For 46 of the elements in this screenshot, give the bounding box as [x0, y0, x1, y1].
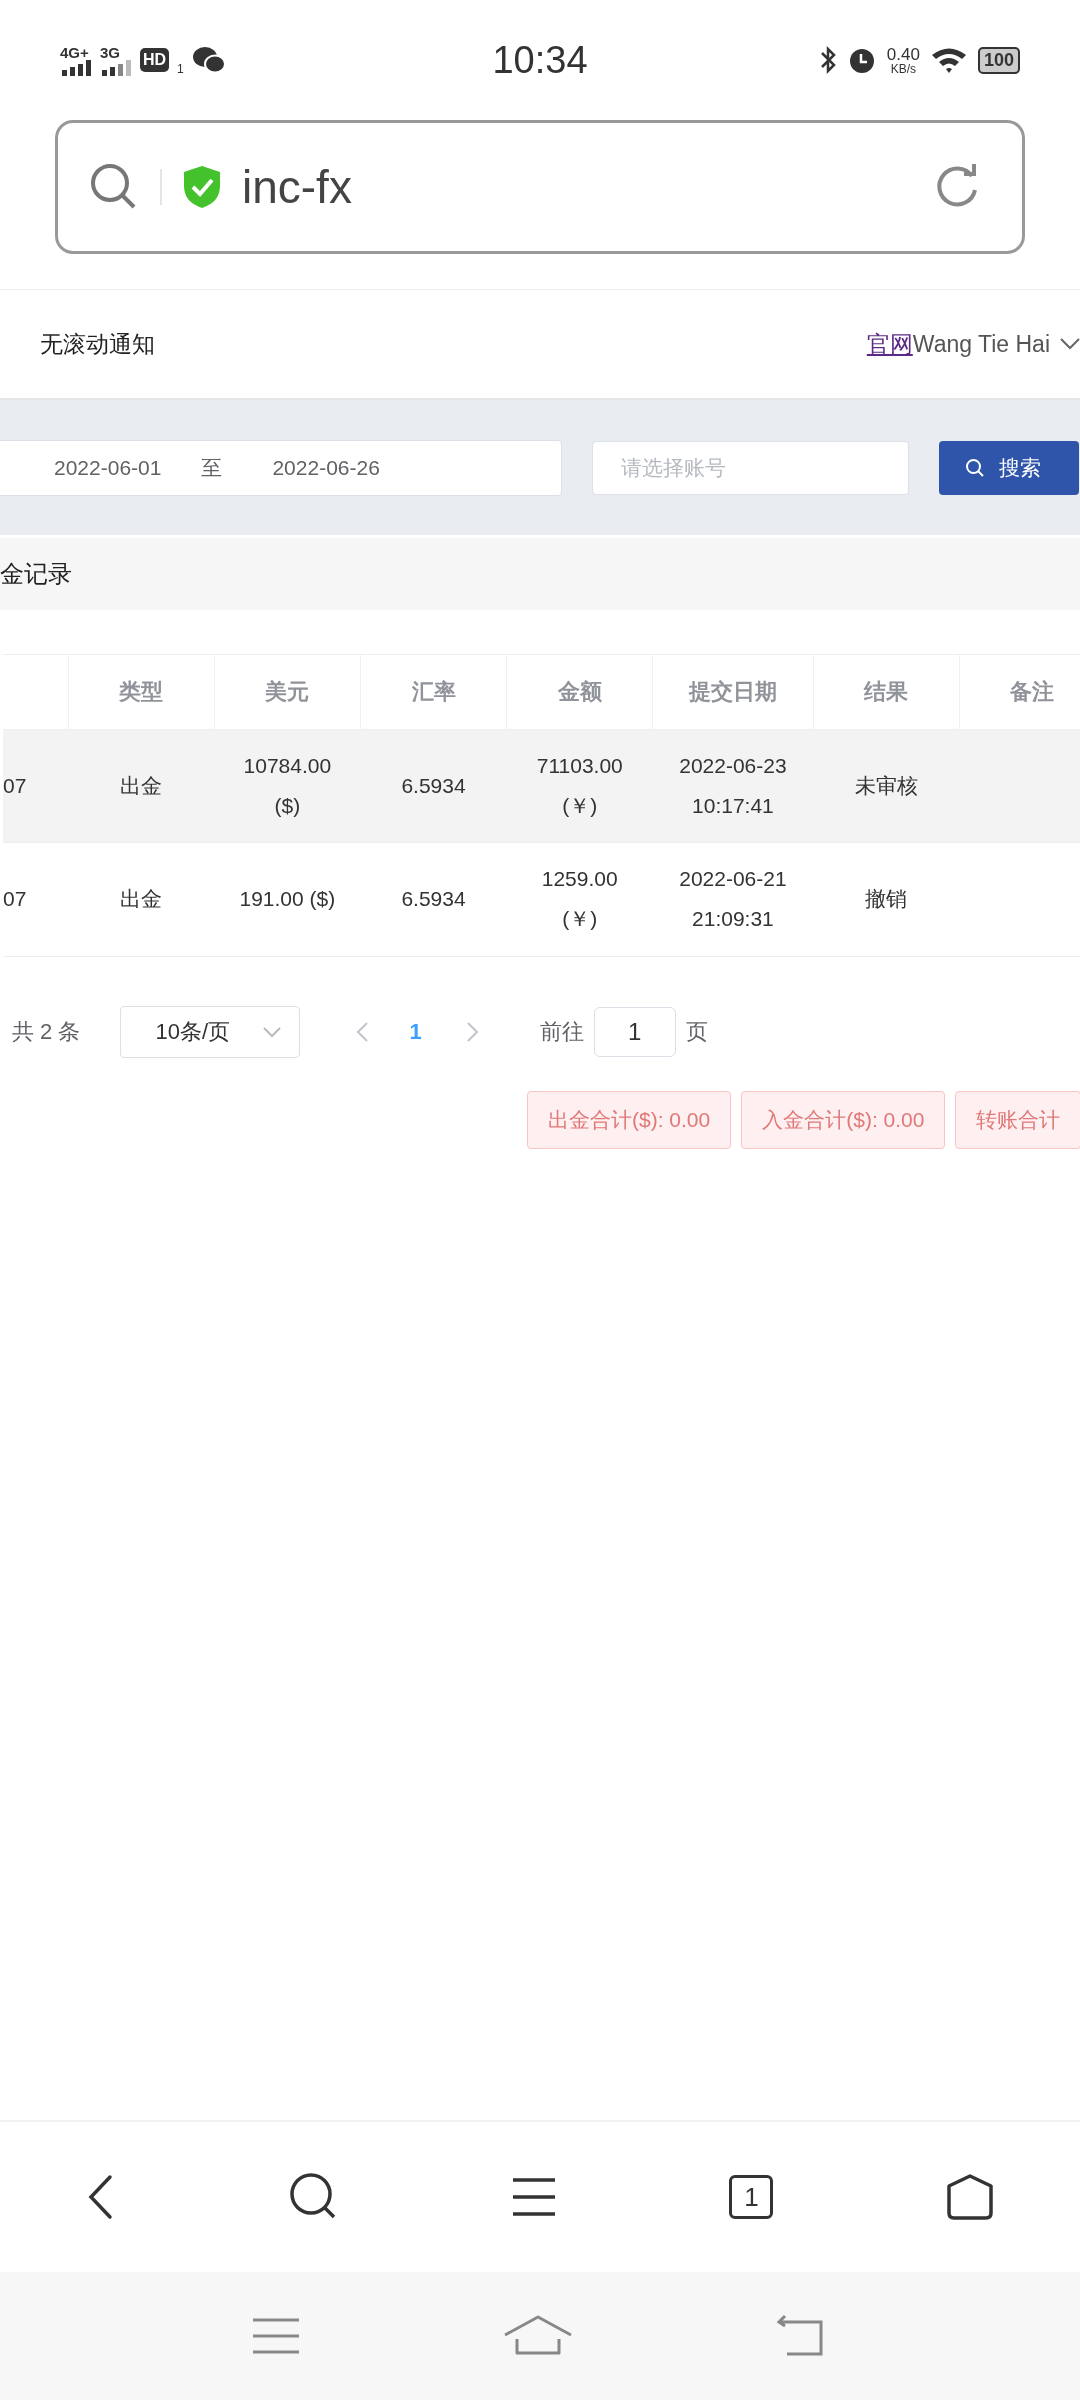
signal-icon: [100, 59, 132, 76]
notice-text: 无滚动通知: [40, 329, 156, 359]
official-site-link[interactable]: 官网: [866, 328, 913, 360]
home-button[interactable]: [945, 2173, 994, 2221]
table-cell: 10784.00 ($): [214, 729, 361, 843]
page-suffix: 页: [685, 1017, 708, 1046]
chevron-down-icon[interactable]: [1060, 337, 1080, 351]
section-title: 金记录: [0, 559, 72, 589]
table-cell: 未审核: [813, 729, 960, 843]
total-tag: 入金合计($): 0.00: [741, 1090, 946, 1149]
total-count: 共 2 条: [12, 1017, 81, 1046]
table-cell: 07: [3, 729, 69, 843]
user-name[interactable]: Wang Tie Hai: [912, 330, 1050, 358]
url-text: inc-fx: [242, 160, 353, 214]
page-jump-field[interactable]: 1: [593, 1006, 676, 1057]
bluetooth-icon: [818, 45, 837, 75]
search-button[interactable]: 搜索: [939, 440, 1079, 495]
address-bar[interactable]: inc-fx: [55, 120, 1025, 254]
total-tag: 转账合计: [955, 1090, 1080, 1149]
chevron-down-icon: [263, 1025, 282, 1038]
range-separator: 至: [201, 454, 223, 481]
menu-button[interactable]: [510, 2176, 557, 2218]
chat-icon: [191, 45, 226, 75]
account-field[interactable]: 请选择账号: [592, 440, 909, 495]
page-size-select[interactable]: 10条/页: [120, 1005, 301, 1058]
shield-check-icon: [182, 164, 222, 210]
table-cell: 71103.00 (￥): [506, 729, 653, 843]
total-tag: 出金合计($): 0.00: [527, 1090, 732, 1149]
tabs-button[interactable]: 1: [729, 2175, 774, 2219]
speed-unit: KB/s: [890, 62, 917, 75]
date-range-field[interactable]: 2022-06-01 至 2022-06-26: [0, 439, 562, 496]
end-date: 2022-06-26: [272, 455, 380, 480]
battery-indicator: 100: [977, 46, 1020, 74]
table-cell: 出金: [68, 729, 215, 843]
table-cell: 6.5934: [360, 729, 507, 843]
sim-number: 1: [177, 61, 184, 76]
clock-time: 10:34: [491, 38, 589, 82]
network-label: 4G+: [60, 44, 89, 60]
goto-label: 前往: [539, 1017, 584, 1046]
network-label: 3G: [100, 44, 120, 60]
search-icon: [965, 457, 985, 478]
speed-value: 0.40: [886, 45, 920, 63]
signal-icon: [60, 59, 92, 76]
start-date: 2022-06-01: [54, 455, 162, 480]
table-cell: 2022-06-23 10:17:41: [652, 729, 814, 843]
hd-badge: HD: [140, 48, 170, 72]
